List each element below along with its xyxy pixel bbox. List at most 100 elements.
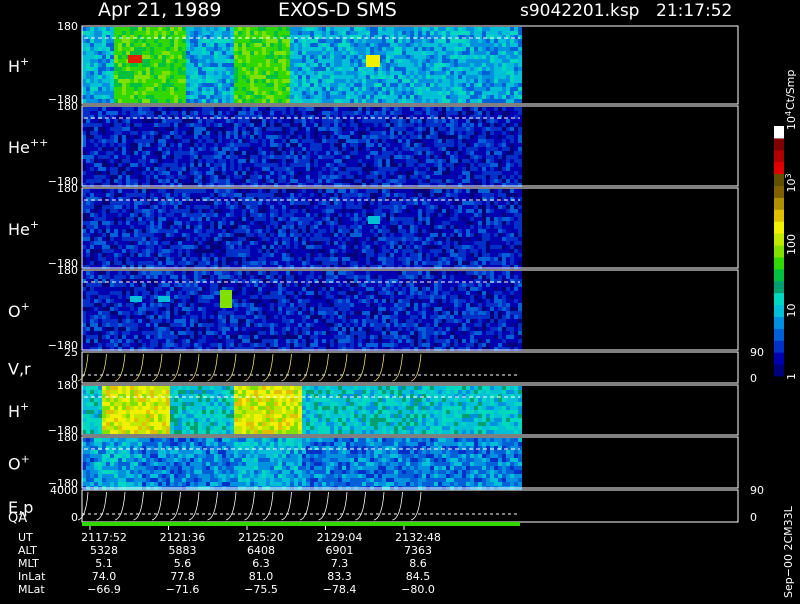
panel-label: He++ xyxy=(8,136,48,157)
colorbar-swatch xyxy=(774,328,784,340)
ion-burst xyxy=(130,296,142,302)
header-file: s9042201.ksp xyxy=(520,1,639,21)
colorbar-tick: 1 xyxy=(785,373,798,380)
ytick-top: 180 xyxy=(57,264,78,277)
colorbar-swatch xyxy=(774,186,784,198)
ion-burst xyxy=(158,296,170,302)
colorbar-swatch xyxy=(774,245,784,257)
colorbar-swatch xyxy=(774,162,784,174)
ephemeris-value: 81.0 xyxy=(249,570,274,583)
panel-label-superscript: + xyxy=(21,453,30,466)
ephemeris-value: 6.3 xyxy=(252,557,270,570)
colorbar-unit: Ct/Smp xyxy=(784,70,797,110)
panel-label: He+ xyxy=(8,218,39,239)
ephemeris-value: −75.5 xyxy=(244,583,278,596)
colorbar-swatch xyxy=(774,305,784,317)
ephemeris-value: 5.6 xyxy=(174,557,192,570)
colorbar-swatch xyxy=(774,281,784,293)
colorbar-swatch xyxy=(774,340,784,352)
panel-4: V,r250900 xyxy=(8,346,764,385)
qa-label: QA xyxy=(8,511,27,526)
right-tick-bottom: 0 xyxy=(750,511,757,524)
ytick-top: 4000 xyxy=(50,484,78,497)
ephemeris-value: 2125:20 xyxy=(238,531,284,544)
colorbar-tick-exponent: 4 xyxy=(784,111,793,116)
colorbar-swatch xyxy=(774,352,784,364)
panel-label: O+ xyxy=(8,453,30,474)
spectrogram-cells xyxy=(82,107,522,187)
ephemeris-table: UT2117:522121:362125:202129:042132:48ALT… xyxy=(18,531,441,596)
panel-label-superscript: + xyxy=(21,300,30,313)
panel-label: H+ xyxy=(8,400,29,421)
ephemeris-value: 2129:04 xyxy=(317,531,363,544)
colorbar-swatch xyxy=(774,364,784,376)
ephemeris-value: 2132:48 xyxy=(395,531,441,544)
panel-label-superscript: + xyxy=(30,218,39,231)
ephemeris-value: −80.0 xyxy=(401,583,435,596)
ephemeris-label: InLat xyxy=(18,570,46,583)
hot-spot xyxy=(366,55,380,67)
colorbar-swatch xyxy=(774,269,784,281)
panel-7: E,p40000900 xyxy=(8,484,764,524)
sms-summary-plot: Apr 21, 1989 EXOS-D SMS s9042201.ksp 21:… xyxy=(0,0,800,600)
panel-label-superscript: + xyxy=(20,400,29,413)
ephemeris-value: 83.3 xyxy=(327,570,352,583)
ytick-top: 180 xyxy=(57,431,78,444)
colorbar-tick: 10 xyxy=(785,304,798,318)
colorbar-tick: 100 xyxy=(785,234,798,255)
ephemeris-value: 77.8 xyxy=(170,570,195,583)
header-instrument: EXOS-D SMS xyxy=(278,0,397,21)
panel-0: H+180−180 xyxy=(8,20,738,106)
header-date: Apr 21, 1989 xyxy=(98,0,222,21)
panel-3: O+180−180 xyxy=(8,264,738,352)
colorbar-tick-base: 10 xyxy=(785,179,798,193)
colorbar-swatch xyxy=(774,209,784,221)
xticks xyxy=(90,526,404,530)
footer-note: Sep−00 2CM33L xyxy=(782,505,795,598)
spectrogram-cells xyxy=(82,438,522,490)
ephemeris-label: ALT xyxy=(18,544,37,557)
qa-bar xyxy=(82,522,520,526)
colorbar-tick-exponent: 3 xyxy=(784,173,793,178)
ephemeris-value: 74.0 xyxy=(92,570,117,583)
ytick-top: 180 xyxy=(57,20,78,33)
ephemeris-value: 2121:36 xyxy=(160,531,206,544)
colorbar-swatch xyxy=(774,316,784,328)
ephemeris-value: −71.6 xyxy=(166,583,200,596)
panel-label-base: H xyxy=(8,402,20,421)
ephemeris-value: 7363 xyxy=(404,544,432,557)
panel-label: V,r xyxy=(8,360,31,379)
colorbar-swatch xyxy=(774,257,784,269)
ephemeris-value: 5883 xyxy=(169,544,197,557)
ion-burst xyxy=(368,216,380,224)
right-tick-top: 90 xyxy=(750,484,764,497)
panel-label-base: He xyxy=(8,220,30,239)
ephemeris-value: 7.3 xyxy=(331,557,349,570)
ytick-top: 180 xyxy=(57,182,78,195)
colorbar-swatch xyxy=(774,197,784,209)
colorbar-swatch xyxy=(774,221,784,233)
ephemeris-value: −66.9 xyxy=(87,583,121,596)
spectrogram-cells xyxy=(82,386,522,434)
spectrogram-cells xyxy=(82,189,522,269)
panel-label-base: V,r xyxy=(8,360,31,379)
ephemeris-value: 84.5 xyxy=(406,570,431,583)
ephemeris-label: MLT xyxy=(18,557,39,570)
ephemeris-value: 5328 xyxy=(90,544,118,557)
header-time: 21:17:52 xyxy=(656,1,732,21)
colorbar-swatch xyxy=(774,138,784,150)
ephemeris-label: MLat xyxy=(18,583,45,596)
panel-2: He+180−180 xyxy=(8,182,738,270)
colorbar-swatch xyxy=(774,150,784,162)
colorbar: Ct/Smp110100103104 xyxy=(774,70,798,380)
right-tick-top: 90 xyxy=(750,346,764,359)
ytick-top: 25 xyxy=(64,346,78,359)
colorbar-tick: 103 xyxy=(784,173,798,192)
hot-spot xyxy=(128,55,142,63)
ytick-bottom: 0 xyxy=(71,511,78,524)
ephemeris-value: −78.4 xyxy=(323,583,357,596)
ephemeris-value: 8.6 xyxy=(409,557,427,570)
panel-label-superscript: ++ xyxy=(30,136,48,149)
colorbar-swatch xyxy=(774,293,784,305)
colorbar-swatch xyxy=(774,233,784,245)
